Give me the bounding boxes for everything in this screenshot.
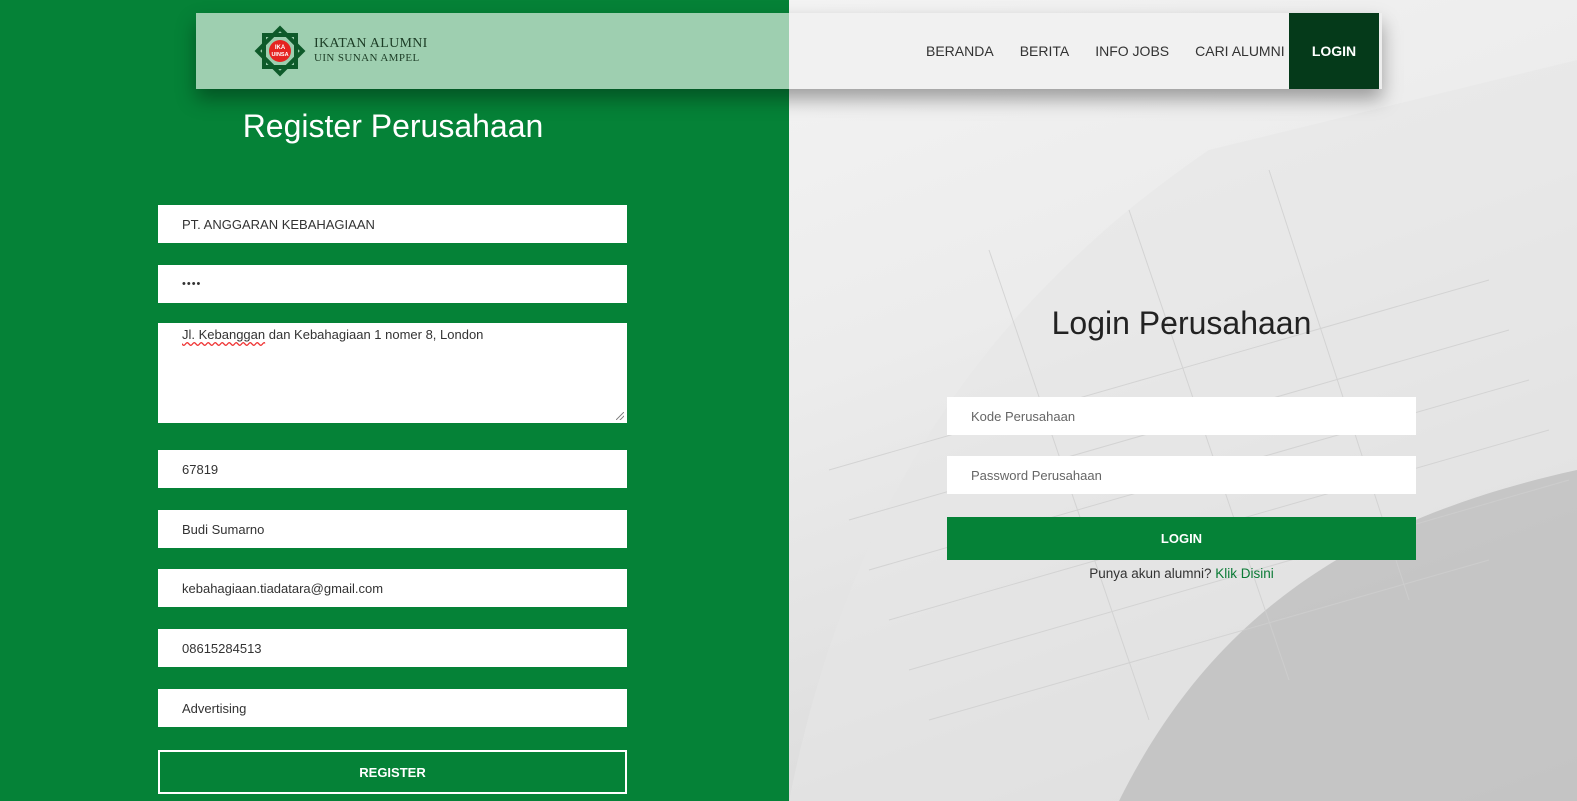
phone-input[interactable]: 08615284513: [158, 629, 627, 667]
nav-link-beranda[interactable]: BERANDA: [926, 43, 994, 59]
login-title: Login Perusahaan: [1051, 305, 1312, 341]
logo-text[interactable]: IKATAN ALUMNI UIN SUNAN AMPEL: [314, 37, 428, 65]
register-button[interactable]: REGISTER: [158, 750, 627, 794]
navbar-logo-area: IKA UINSA IKATAN ALUMNI UIN SUNAN AMPEL: [196, 13, 789, 89]
nav-link-berita[interactable]: BERITA: [1020, 43, 1070, 59]
alumni-login-link[interactable]: Klik Disini: [1215, 566, 1274, 581]
company-code-input[interactable]: Kode Perusahaan: [947, 397, 1416, 435]
nav-login-button[interactable]: LOGIN: [1289, 13, 1379, 89]
company-password-input[interactable]: Password Perusahaan: [947, 456, 1416, 494]
login-button[interactable]: LOGIN: [947, 517, 1416, 560]
nav-link-cari-alumni[interactable]: CARI ALUMNI: [1195, 43, 1284, 59]
postal-code-input[interactable]: 67819: [158, 450, 627, 488]
alumni-prompt-text: Punya akun alumni?: [1089, 566, 1216, 581]
email-input[interactable]: kebahagiaan.tiadatara@gmail.com: [158, 569, 627, 607]
industry-input[interactable]: Advertising: [158, 689, 627, 727]
nav-links: BERANDA BERITA INFO JOBS CARI ALUMNI: [926, 13, 1311, 89]
password-input[interactable]: ••••: [158, 265, 627, 303]
top-navbar: IKA UINSA IKATAN ALUMNI UIN SUNAN AMPEL …: [196, 13, 1382, 89]
resize-handle-icon[interactable]: [616, 412, 624, 420]
ika-uinsa-logo[interactable]: IKA UINSA: [250, 24, 310, 78]
svg-text:IKA: IKA: [275, 45, 286, 51]
contact-name-input[interactable]: Budi Sumarno: [158, 510, 627, 548]
logo-line-2: UIN SUNAN AMPEL: [314, 52, 420, 64]
address-text-misspelled: Jl. Kebanggan: [182, 327, 266, 342]
register-title: Register Perusahaan: [242, 108, 544, 144]
address-text-rest: dan Kebahagiaan 1 nomer 8, London: [265, 327, 484, 342]
company-name-input[interactable]: PT. ANGGARAN KEBAHAGIAAN: [158, 205, 627, 243]
logo-line-1: IKATAN ALUMNI: [314, 36, 428, 51]
nav-link-info-jobs[interactable]: INFO JOBS: [1095, 43, 1169, 59]
svg-text:UINSA: UINSA: [271, 52, 288, 58]
address-textarea[interactable]: Jl. Kebanggan dan Kebahagiaan 1 nomer 8,…: [158, 323, 627, 423]
alumni-login-prompt: Punya akun alumni? Klik Disini: [947, 566, 1416, 581]
